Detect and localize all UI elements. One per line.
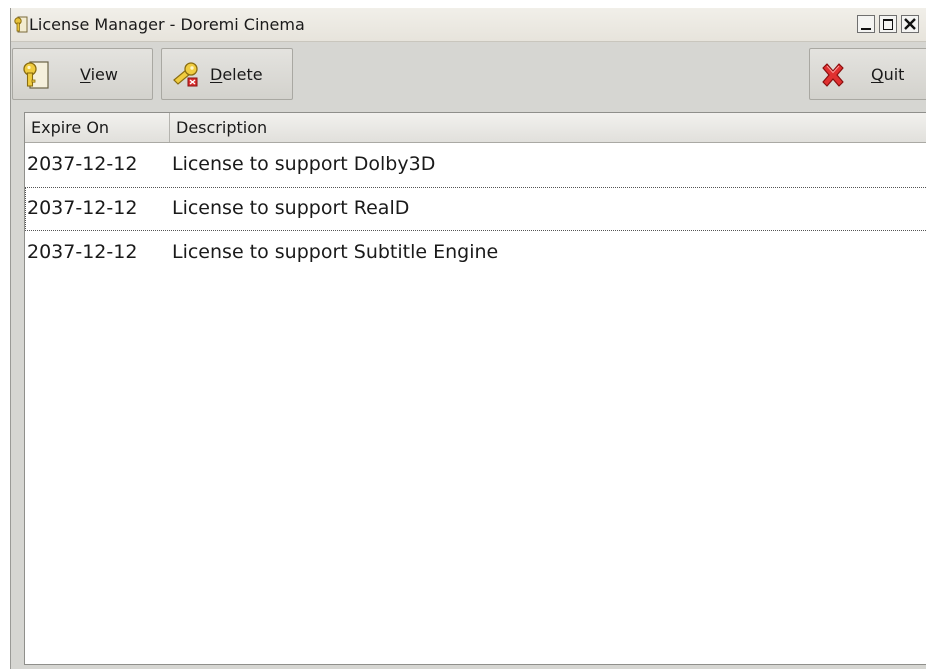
column-header-expire-on[interactable]: Expire On (25, 113, 170, 142)
expire-date: 2037-12-12 (27, 153, 137, 175)
delete-label: Delete (210, 65, 263, 84)
column-header-description[interactable]: Description (170, 113, 926, 142)
view-label: View (80, 65, 118, 84)
maximize-button[interactable] (879, 15, 897, 33)
quit-button[interactable]: Quit (809, 48, 926, 100)
license-row[interactable]: 2037-12-12 License to support Dolby3D (25, 143, 926, 187)
quit-label: Quit (871, 65, 904, 84)
window-title: License Manager - Doremi Cinema (29, 15, 305, 34)
delete-key-icon (171, 60, 201, 90)
license-manager-window: License Manager - Doremi Cinema View Del… (10, 8, 926, 669)
license-list[interactable]: Expire On Description 2037-12-12 License… (24, 112, 926, 665)
view-button[interactable]: View (12, 48, 153, 100)
delete-button[interactable]: Delete (161, 48, 293, 100)
red-x-icon (818, 60, 848, 90)
license-row[interactable]: 2037-12-12 License to support RealD (25, 187, 926, 231)
key-icon (21, 60, 51, 90)
list-header: Expire On Description (25, 113, 926, 143)
key-icon (14, 16, 28, 33)
license-row[interactable]: 2037-12-12 License to support Subtitle E… (25, 231, 926, 275)
close-icon (904, 18, 916, 30)
license-description: License to support RealD (172, 197, 409, 219)
list-rows: 2037-12-12 License to support Dolby3D 20… (25, 143, 926, 275)
license-description: License to support Dolby3D (172, 153, 435, 175)
license-description: License to support Subtitle Engine (172, 241, 498, 263)
close-button[interactable] (901, 15, 919, 33)
expire-date: 2037-12-12 (27, 241, 137, 263)
minimize-button[interactable] (857, 15, 875, 33)
toolbar: View Delete Quit (11, 42, 926, 108)
expire-date: 2037-12-12 (27, 197, 137, 219)
title-bar[interactable]: License Manager - Doremi Cinema (11, 8, 926, 42)
